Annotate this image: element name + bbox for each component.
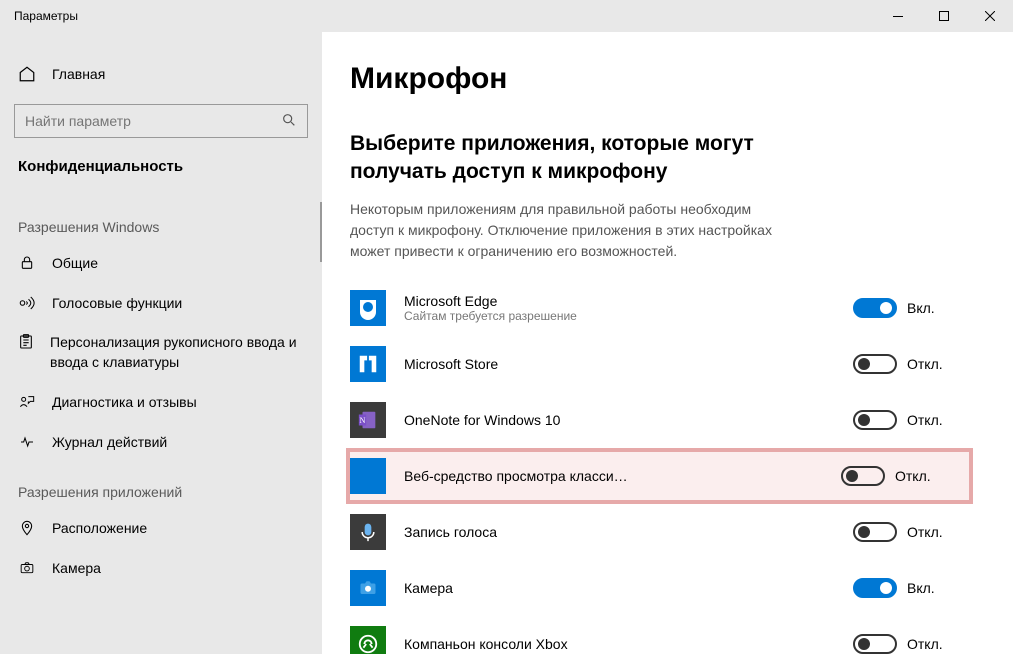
sidebar-item-label: Голосовые функции [52,295,182,311]
toggle-label: Откл. [907,524,943,540]
home-icon [18,65,36,83]
window-title: Параметры [14,9,78,23]
app-text: OneNote for Windows 10 [404,412,835,428]
sidebar-item-speech[interactable]: Голосовые функции [0,283,322,323]
sidebar-item-diagnostics[interactable]: Диагностика и отзывы [0,382,322,422]
toggle-wrap: Откл. [853,354,973,374]
sidebar-item-label: Диагностика и отзывы [52,394,197,410]
toggle-switch[interactable] [841,466,885,486]
sidebar-group-title: Разрешения Windows [0,197,322,243]
app-name: Запись голоса [404,524,634,540]
sidebar-group-title: Разрешения приложений [0,462,322,508]
activity-icon [18,433,36,451]
app-row: Камера Вкл. [350,560,973,616]
search-icon [281,112,297,131]
section-title: Выберите приложения, которые могут получ… [350,130,800,187]
app-name: Microsoft Edge [404,293,634,309]
sidebar-search[interactable] [14,104,308,138]
svg-text:N: N [360,415,366,424]
toggle-wrap: Откл. [853,634,973,654]
app-text: Веб-средство просмотра классиче... [404,468,823,484]
maximize-button[interactable] [921,0,967,32]
toggle-label: Откл. [907,636,943,652]
app-icon [350,346,386,382]
toggle-wrap: Откл. [853,522,973,542]
app-text: Камера [404,580,835,596]
titlebar: Параметры [0,0,1013,32]
sidebar-item-general[interactable]: Общие [0,243,322,283]
toggle-switch[interactable] [853,410,897,430]
app-row: Запись голоса Откл. [350,504,973,560]
sidebar-item-label: Расположение [52,520,147,536]
toggle-switch[interactable] [853,522,897,542]
sidebar-item-activity[interactable]: Журнал действий [0,422,322,462]
app-icon [350,514,386,550]
toggle-label: Откл. [907,356,943,372]
toggle-label: Вкл. [907,580,935,596]
toggle-label: Откл. [895,468,931,484]
minimize-button[interactable] [875,0,921,32]
lock-icon [18,254,36,272]
app-name: Microsoft Store [404,356,634,372]
sidebar-item-location[interactable]: Расположение [0,508,322,548]
sidebar-item-label: Персонализация рукописного ввода и ввода… [50,333,322,372]
camera-icon [18,559,36,577]
toggle-wrap: Откл. [853,410,973,430]
scroll-indicator [320,202,322,262]
app-row: Microsoft Store Откл. [350,336,973,392]
toggle-label: Откл. [907,412,943,428]
toggle-switch[interactable] [853,578,897,598]
toggle-switch[interactable] [853,634,897,654]
sidebar-item-label: Общие [52,255,98,271]
app-icon: N [350,402,386,438]
speech-icon [18,294,36,312]
toggle-switch[interactable] [853,298,897,318]
sidebar-item-label: Журнал действий [52,434,167,450]
close-button[interactable] [967,0,1013,32]
window-controls [875,0,1013,32]
app-subtitle: Сайтам требуется разрешение [404,309,835,323]
toggle-wrap: Откл. [841,466,961,486]
sidebar-home[interactable]: Главная [0,54,322,94]
app-icon [350,290,386,326]
main-content: Микрофон Выберите приложения, которые мо… [322,32,1013,654]
sidebar: Главная Конфиденциальность Разрешения Wi… [0,32,322,654]
app-list: Microsoft EdgeСайтам требуется разрешени… [350,280,973,654]
sidebar-item-label: Камера [52,560,101,576]
app-text: Microsoft EdgeСайтам требуется разрешени… [404,293,835,323]
app-text: Запись голоса [404,524,835,540]
app-row: Веб-средство просмотра классиче... Откл. [346,448,973,504]
toggle-wrap: Вкл. [853,298,973,318]
sidebar-item-inking[interactable]: Персонализация рукописного ввода и ввода… [0,323,322,382]
app-name: Компаньон консоли Xbox [404,636,634,652]
app-icon [350,458,386,494]
sidebar-home-label: Главная [52,66,105,82]
app-row: Компаньон консоли Xbox Откл. [350,616,973,654]
app-row: Microsoft EdgeСайтам требуется разрешени… [350,280,973,336]
toggle-wrap: Вкл. [853,578,973,598]
section-description: Некоторым приложениям для правильной раб… [350,199,790,262]
feedback-icon [18,393,36,411]
toggle-label: Вкл. [907,300,935,316]
search-input[interactable] [25,113,281,129]
app-name: Камера [404,580,634,596]
app-name: OneNote for Windows 10 [404,412,634,428]
app-text: Microsoft Store [404,356,835,372]
sidebar-item-camera[interactable]: Камера [0,548,322,588]
app-icon [350,570,386,606]
app-text: Компаньон консоли Xbox [404,636,835,652]
clipboard-icon [18,333,34,351]
app-name: Веб-средство просмотра классиче... [404,468,634,484]
toggle-switch[interactable] [853,354,897,374]
location-icon [18,519,36,537]
page-title: Микрофон [350,62,973,96]
app-icon [350,626,386,654]
sidebar-category: Конфиденциальность [0,148,322,197]
app-row: N OneNote for Windows 10 Откл. [350,392,973,448]
